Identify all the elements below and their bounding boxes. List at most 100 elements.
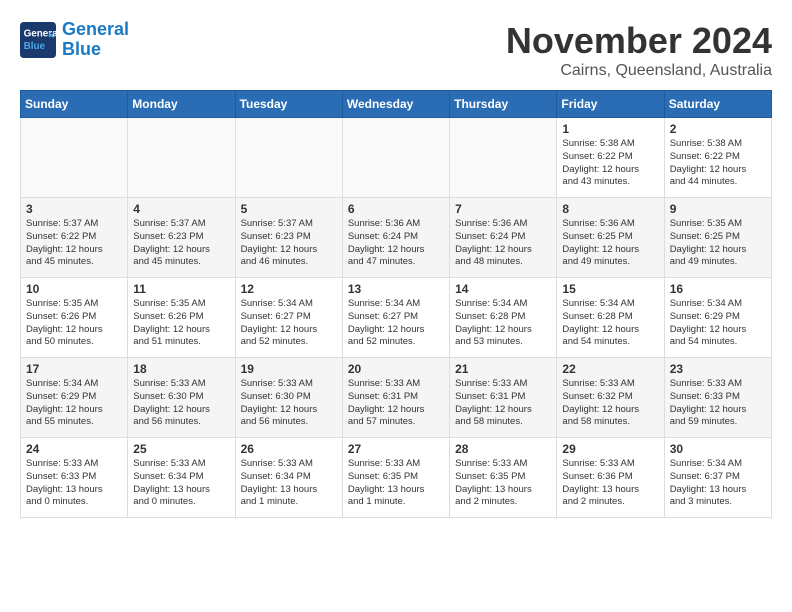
day-number: 24 xyxy=(26,442,122,456)
day-number: 4 xyxy=(133,202,229,216)
calendar-cell: 12 Sunrise: 5:34 AM Sunset: 6:27 PM Dayli… xyxy=(235,278,342,358)
day-number: 26 xyxy=(241,442,337,456)
day-info: Sunrise: 5:34 AM Sunset: 6:27 PM Dayligh… xyxy=(241,298,337,349)
day-number: 16 xyxy=(670,282,766,296)
svg-text:General: General xyxy=(24,28,56,39)
day-number: 21 xyxy=(455,362,551,376)
calendar-cell: 18Sunrise: 5:33 AM Sunset: 6:30 PM Dayli… xyxy=(128,358,235,438)
calendar-cell: 23 Sunrise: 5:33 AM Sunset: 6:33 PM Dayli… xyxy=(664,358,771,438)
calendar-cell: 27 Sunrise: 5:33 AM Sunset: 6:35 PM Dayli… xyxy=(342,438,449,518)
calendar-cell: 30Sunrise: 5:34 AM Sunset: 6:37 PM Dayli… xyxy=(664,438,771,518)
day-info: Sunrise: 5:37 AM Sunset: 6:23 PM Dayligh… xyxy=(241,218,337,269)
day-number: 1 xyxy=(562,122,658,136)
calendar-cell: 16 Sunrise: 5:34 AM Sunset: 6:29 PM Dayli… xyxy=(664,278,771,358)
day-info: Sunrise: 5:34 AM Sunset: 6:28 PM Dayligh… xyxy=(455,298,551,349)
day-number: 23 xyxy=(670,362,766,376)
day-info: Sunrise: 5:35 AM Sunset: 6:26 PM Dayligh… xyxy=(26,298,122,349)
day-number: 14 xyxy=(455,282,551,296)
calendar-cell: 10 Sunrise: 5:35 AM Sunset: 6:26 PM Dayli… xyxy=(21,278,128,358)
day-info: Sunrise: 5:37 AM Sunset: 6:23 PM Dayligh… xyxy=(133,218,229,269)
day-info: Sunrise: 5:34 AM Sunset: 6:29 PM Dayligh… xyxy=(26,378,122,429)
location-title: Cairns, Queensland, Australia xyxy=(506,62,772,80)
calendar-cell: 17 Sunrise: 5:34 AM Sunset: 6:29 PM Dayli… xyxy=(21,358,128,438)
calendar-cell xyxy=(450,118,557,198)
month-title: November 2024 xyxy=(506,20,772,62)
calendar-cell: 22 Sunrise: 5:33 AM Sunset: 6:32 PM Dayli… xyxy=(557,358,664,438)
calendar-week-row: 17 Sunrise: 5:34 AM Sunset: 6:29 PM Dayli… xyxy=(21,358,772,438)
day-number: 10 xyxy=(26,282,122,296)
calendar-week-row: 3 Sunrise: 5:37 AM Sunset: 6:22 PM Daylig… xyxy=(21,198,772,278)
day-info: Sunrise: 5:35 AM Sunset: 6:26 PM Dayligh… xyxy=(133,298,229,349)
day-number: 7 xyxy=(455,202,551,216)
day-number: 13 xyxy=(348,282,444,296)
day-number: 15 xyxy=(562,282,658,296)
calendar-cell: 25 Sunrise: 5:33 AM Sunset: 6:34 PM Dayli… xyxy=(128,438,235,518)
calendar-table: SundayMondayTuesdayWednesdayThursdayFrid… xyxy=(20,90,772,518)
calendar-cell: 7 Sunrise: 5:36 AM Sunset: 6:24 PM Daylig… xyxy=(450,198,557,278)
calendar-cell: 9 Sunrise: 5:35 AM Sunset: 6:25 PM Daylig… xyxy=(664,198,771,278)
day-number: 17 xyxy=(26,362,122,376)
svg-text:Blue: Blue xyxy=(24,41,46,52)
day-number: 9 xyxy=(670,202,766,216)
calendar-cell xyxy=(235,118,342,198)
day-number: 8 xyxy=(562,202,658,216)
day-number: 19 xyxy=(241,362,337,376)
day-header-saturday: Saturday xyxy=(664,91,771,118)
day-info: Sunrise: 5:36 AM Sunset: 6:24 PM Dayligh… xyxy=(455,218,551,269)
day-number: 11 xyxy=(133,282,229,296)
logo-text-line1: General xyxy=(62,20,129,40)
calendar-cell: 14 Sunrise: 5:34 AM Sunset: 6:28 PM Dayli… xyxy=(450,278,557,358)
calendar-cell: 13Sunrise: 5:34 AM Sunset: 6:27 PM Dayli… xyxy=(342,278,449,358)
day-number: 3 xyxy=(26,202,122,216)
day-info: Sunrise: 5:35 AM Sunset: 6:25 PM Dayligh… xyxy=(670,218,766,269)
day-number: 20 xyxy=(348,362,444,376)
logo: General Blue General Blue xyxy=(20,20,129,60)
day-info: Sunrise: 5:33 AM Sunset: 6:34 PM Dayligh… xyxy=(133,458,229,509)
calendar-cell: 20 Sunrise: 5:33 AM Sunset: 6:31 PM Dayli… xyxy=(342,358,449,438)
title-area: November 2024 Cairns, Queensland, Austra… xyxy=(506,20,772,80)
day-header-wednesday: Wednesday xyxy=(342,91,449,118)
calendar-cell: 19 Sunrise: 5:33 AM Sunset: 6:30 PM Dayli… xyxy=(235,358,342,438)
calendar-cell: 8 Sunrise: 5:36 AM Sunset: 6:25 PM Daylig… xyxy=(557,198,664,278)
day-info: Sunrise: 5:37 AM Sunset: 6:22 PM Dayligh… xyxy=(26,218,122,269)
day-number: 29 xyxy=(562,442,658,456)
day-info: Sunrise: 5:33 AM Sunset: 6:32 PM Dayligh… xyxy=(562,378,658,429)
day-number: 5 xyxy=(241,202,337,216)
calendar-cell: 4 Sunrise: 5:37 AM Sunset: 6:23 PM Daylig… xyxy=(128,198,235,278)
calendar-cell xyxy=(21,118,128,198)
calendar-week-row: 10 Sunrise: 5:35 AM Sunset: 6:26 PM Dayli… xyxy=(21,278,772,358)
calendar-cell: 29 Sunrise: 5:33 AM Sunset: 6:36 PM Dayli… xyxy=(557,438,664,518)
day-info: Sunrise: 5:34 AM Sunset: 6:29 PM Dayligh… xyxy=(670,298,766,349)
day-number: 25 xyxy=(133,442,229,456)
calendar-cell xyxy=(342,118,449,198)
day-info: Sunrise: 5:34 AM Sunset: 6:28 PM Dayligh… xyxy=(562,298,658,349)
day-info: Sunrise: 5:33 AM Sunset: 6:30 PM Dayligh… xyxy=(241,378,337,429)
calendar-cell: 5 Sunrise: 5:37 AM Sunset: 6:23 PM Daylig… xyxy=(235,198,342,278)
logo-icon: General Blue xyxy=(20,22,56,58)
day-info: Sunrise: 5:33 AM Sunset: 6:30 PM Dayligh… xyxy=(133,378,229,429)
day-number: 27 xyxy=(348,442,444,456)
calendar-cell: 2 Sunrise: 5:38 AM Sunset: 6:22 PM Daylig… xyxy=(664,118,771,198)
day-info: Sunrise: 5:33 AM Sunset: 6:31 PM Dayligh… xyxy=(348,378,444,429)
day-info: Sunrise: 5:33 AM Sunset: 6:35 PM Dayligh… xyxy=(348,458,444,509)
day-info: Sunrise: 5:33 AM Sunset: 6:36 PM Dayligh… xyxy=(562,458,658,509)
calendar-cell: 11 Sunrise: 5:35 AM Sunset: 6:26 PM Dayli… xyxy=(128,278,235,358)
calendar-header-row: SundayMondayTuesdayWednesdayThursdayFrid… xyxy=(21,91,772,118)
day-number: 2 xyxy=(670,122,766,136)
day-header-monday: Monday xyxy=(128,91,235,118)
day-number: 12 xyxy=(241,282,337,296)
page-header: General Blue General Blue November 2024 … xyxy=(20,20,772,80)
day-info: Sunrise: 5:36 AM Sunset: 6:24 PM Dayligh… xyxy=(348,218,444,269)
day-number: 30 xyxy=(670,442,766,456)
calendar-week-row: 1 Sunrise: 5:38 AM Sunset: 6:22 PM Daylig… xyxy=(21,118,772,198)
day-header-sunday: Sunday xyxy=(21,91,128,118)
day-info: Sunrise: 5:33 AM Sunset: 6:35 PM Dayligh… xyxy=(455,458,551,509)
day-info: Sunrise: 5:33 AM Sunset: 6:33 PM Dayligh… xyxy=(26,458,122,509)
day-info: Sunrise: 5:33 AM Sunset: 6:34 PM Dayligh… xyxy=(241,458,337,509)
day-number: 22 xyxy=(562,362,658,376)
day-info: Sunrise: 5:38 AM Sunset: 6:22 PM Dayligh… xyxy=(562,138,658,189)
day-info: Sunrise: 5:36 AM Sunset: 6:25 PM Dayligh… xyxy=(562,218,658,269)
day-info: Sunrise: 5:33 AM Sunset: 6:33 PM Dayligh… xyxy=(670,378,766,429)
calendar-cell xyxy=(128,118,235,198)
day-info: Sunrise: 5:38 AM Sunset: 6:22 PM Dayligh… xyxy=(670,138,766,189)
